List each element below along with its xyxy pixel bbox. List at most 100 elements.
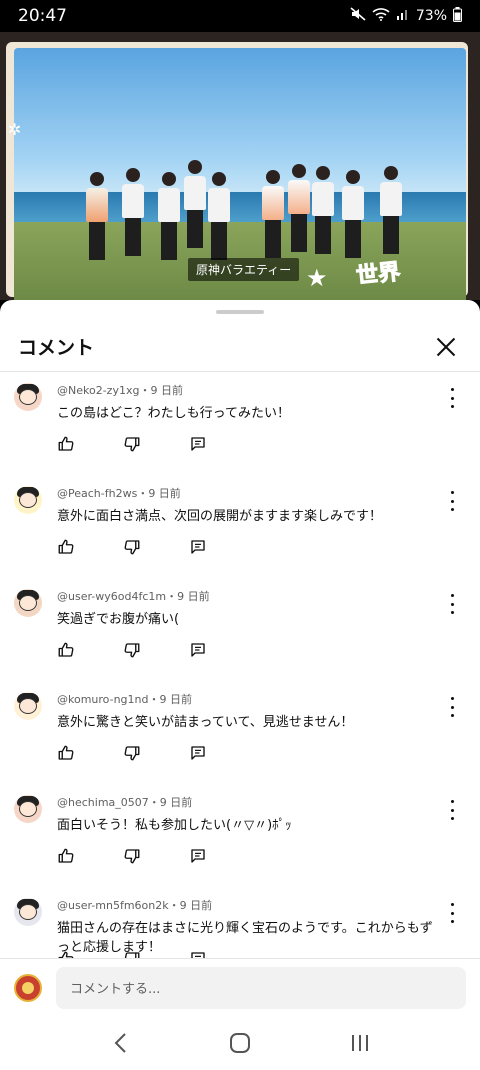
comment-author[interactable]: @user-mn5fm6on2k: [57, 899, 169, 912]
comment-meta: @Neko2-zy1xg・9 日前: [57, 382, 437, 398]
comment-item: @user-mn5fm6on2k・9 日前 猫田さんの存在はまさに光り輝く宝石のよ…: [0, 895, 480, 958]
reply-button[interactable]: [189, 643, 207, 661]
comment-meta: @user-wy6od4fc1m・9 日前: [57, 588, 437, 604]
star-icon: ★: [306, 264, 328, 292]
comment-time: 9 日前: [159, 693, 193, 706]
home-button[interactable]: [220, 1023, 260, 1063]
meta-separator: ・: [148, 796, 160, 809]
more-options-button[interactable]: [446, 491, 458, 511]
reply-button[interactable]: [189, 746, 207, 764]
more-dot-icon: [450, 697, 454, 700]
dislike-button[interactable]: [123, 849, 141, 867]
reply-icon: [189, 744, 207, 766]
sheet-header: コメント: [0, 322, 480, 372]
reply-button[interactable]: [189, 437, 207, 455]
comment-time: 9 日前: [150, 384, 183, 397]
reply-icon: [189, 950, 207, 958]
status-icons: 73%: [350, 6, 462, 26]
commenter-avatar[interactable]: [14, 486, 42, 514]
more-dot-icon: [450, 405, 454, 408]
comment-text: 笑過ぎでお腹が痛い(: [57, 612, 180, 627]
comment-actions: [57, 642, 255, 661]
dislike-button[interactable]: [123, 746, 141, 764]
comment-meta: @hechima_0507・9 日前: [57, 794, 437, 810]
wifi-icon: [372, 7, 390, 25]
user-avatar: [14, 973, 42, 1002]
thumbs-up-icon: [57, 950, 75, 958]
system-nav-bar: [0, 1016, 480, 1070]
battery-icon: [453, 6, 462, 26]
shell-icon: ✲: [8, 120, 22, 139]
like-button[interactable]: [57, 642, 75, 661]
reply-button[interactable]: [189, 540, 207, 558]
comment-text: この島はどこ？わたしも行ってみたい！: [57, 406, 290, 421]
commenter-avatar[interactable]: [14, 589, 42, 617]
thumbs-down-icon: [123, 744, 141, 766]
dislike-button[interactable]: [123, 643, 141, 661]
close-button[interactable]: [430, 331, 462, 363]
meta-separator: ・: [137, 487, 149, 500]
more-options-button[interactable]: [446, 903, 458, 923]
thumbs-down-icon: [123, 847, 141, 869]
comment-body: @user-wy6od4fc1m・9 日前 笑過ぎでお腹が痛い(: [57, 588, 437, 629]
more-dot-icon: [450, 817, 454, 820]
comment-author[interactable]: @komuro-ng1nd: [57, 693, 149, 706]
more-dot-icon: [450, 396, 454, 400]
video-logo: 世界: [355, 259, 402, 290]
reply-button[interactable]: [189, 849, 207, 867]
comment-author[interactable]: @Neko2-zy1xg: [57, 384, 139, 397]
comment-list[interactable]: @Neko2-zy1xg・9 日前 この島はどこ？わたしも行ってみたい！ @Peac…: [0, 380, 480, 958]
like-button[interactable]: [57, 848, 75, 867]
video-person: [312, 166, 334, 256]
video-person: [208, 172, 230, 262]
comment-item: @user-wy6od4fc1m・9 日前 笑過ぎでお腹が痛い(: [0, 586, 480, 689]
comment-body: @komuro-ng1nd・9 日前 意外に驚きと笑いが詰まっていて、見逃せません…: [57, 691, 437, 732]
comment-input-bar: コメントする...: [0, 958, 480, 1016]
more-options-button[interactable]: [446, 697, 458, 717]
video-player[interactable]: 原神バラエティー 世界 ★ ✲: [0, 32, 480, 300]
more-options-button[interactable]: [446, 388, 458, 408]
more-dot-icon: [450, 491, 454, 494]
more-options-button[interactable]: [446, 594, 458, 614]
more-dot-icon: [450, 800, 454, 803]
more-dot-icon: [450, 911, 454, 915]
dislike-button[interactable]: [123, 437, 141, 455]
status-time: 20:47: [18, 6, 67, 26]
reply-icon: [189, 641, 207, 663]
like-button[interactable]: [57, 745, 75, 764]
comment-item: @Neko2-zy1xg・9 日前 この島はどこ？わたしも行ってみたい！: [0, 380, 480, 483]
comment-meta: @user-mn5fm6on2k・9 日前: [57, 897, 437, 913]
comment-author[interactable]: @hechima_0507: [57, 796, 149, 809]
video-person: [288, 164, 310, 254]
commenter-avatar[interactable]: [14, 795, 42, 823]
comment-input[interactable]: コメントする...: [56, 966, 466, 1009]
like-button[interactable]: [57, 539, 75, 558]
recents-button[interactable]: [340, 1023, 380, 1063]
comment-text: 面白いそう！私も参加したい(〃▽〃)ﾎﾟｯ: [57, 818, 292, 833]
comment-author[interactable]: @user-wy6od4fc1m: [57, 590, 166, 603]
drag-handle[interactable]: [216, 310, 264, 314]
comment-meta: @Peach-fh2ws・9 日前: [57, 485, 437, 501]
commenter-avatar[interactable]: [14, 898, 42, 926]
like-button[interactable]: [57, 435, 75, 457]
meta-separator: ・: [168, 899, 180, 912]
comment-time: 9 日前: [148, 487, 181, 500]
commenter-avatar[interactable]: [14, 692, 42, 720]
comment-item: @Peach-fh2ws・9 日前 意外に面白さ満点、次回の展開がますます楽しみで…: [0, 483, 480, 586]
dislike-button[interactable]: [123, 540, 141, 558]
thumbs-up-icon: [57, 435, 75, 457]
commenter-avatar[interactable]: [14, 383, 42, 411]
comment-author[interactable]: @Peach-fh2ws: [57, 487, 137, 500]
status-bar: 20:47 73%: [0, 0, 480, 32]
more-options-button[interactable]: [446, 800, 458, 820]
comment-actions: [57, 435, 255, 457]
comment-time: 9 日前: [179, 899, 213, 912]
comment-text: 意外に面白さ満点、次回の展開がますます楽しみです！: [57, 509, 383, 524]
mute-icon: [350, 7, 366, 25]
more-dot-icon: [450, 714, 454, 717]
comment-time: 9 日前: [159, 796, 193, 809]
video-person: [86, 172, 108, 262]
back-button[interactable]: [100, 1023, 140, 1063]
battery-percent: 73%: [415, 8, 447, 24]
back-icon: [114, 1033, 126, 1053]
